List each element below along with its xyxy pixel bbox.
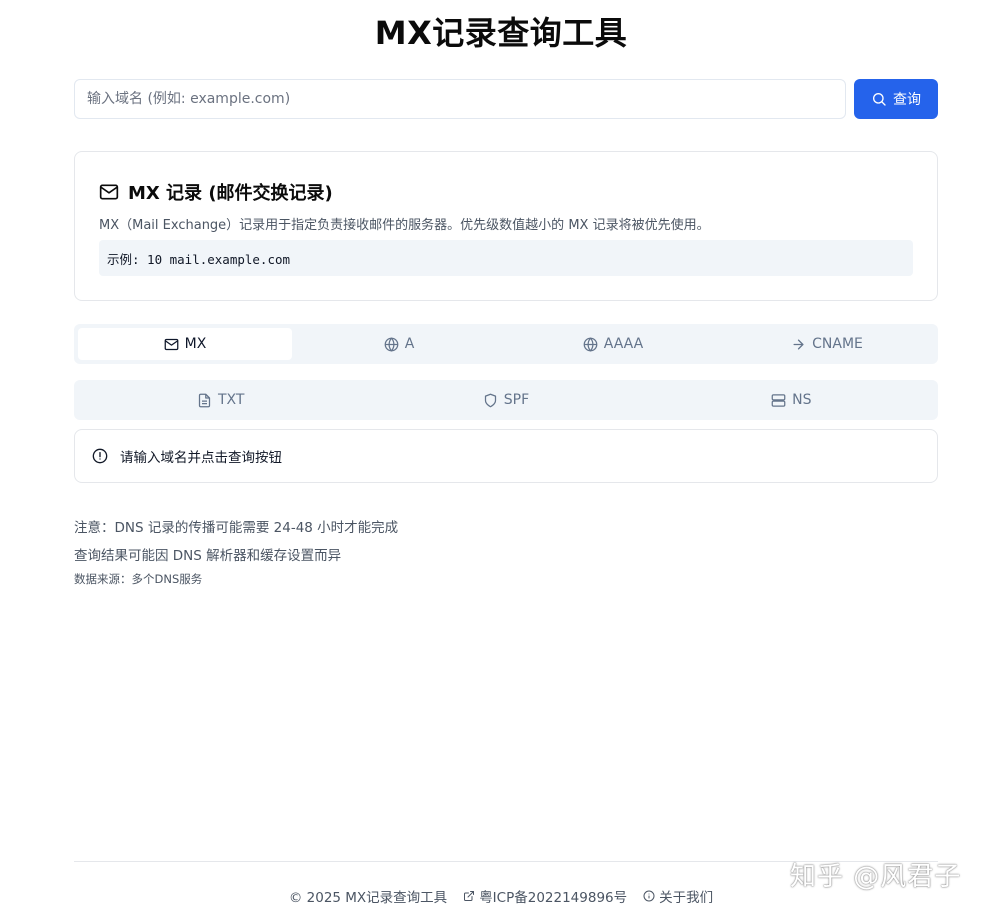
server-icon — [771, 393, 786, 407]
tab-label: MX — [184, 336, 207, 352]
tab-label: A — [404, 336, 415, 352]
footer-copyright: © 2025 MX记录查询工具 — [288, 890, 448, 906]
info-icon — [643, 890, 655, 902]
note-propagation: 注意：DNS 记录的传播可能需要 24-48 小时才能完成 — [74, 520, 399, 536]
note-data-source: 数据来源：多个DNS服务 — [74, 572, 203, 586]
alert-circle-icon — [92, 448, 108, 464]
domain-search-input[interactable] — [74, 79, 846, 119]
tab-aaaa[interactable]: AAAA — [506, 328, 720, 360]
status-alert: 请输入域名并点击查询按钮 — [74, 429, 938, 483]
search-button-label: 查询 — [893, 92, 921, 108]
footer-about-label: 关于我们 — [659, 890, 714, 906]
globe-icon — [384, 336, 399, 352]
tab-label: NS — [792, 392, 812, 408]
record-info-example: 示例: 10 mail.example.com — [99, 240, 913, 276]
shield-icon — [484, 393, 496, 407]
globe-icon — [583, 336, 598, 352]
search-button[interactable]: 查询 — [854, 79, 938, 119]
search-icon — [873, 93, 886, 106]
tab-mx[interactable]: MX — [78, 328, 292, 360]
tab-label: SPF — [503, 392, 530, 408]
tab-label: AAAA — [603, 336, 644, 352]
tab-label: CNAME — [812, 336, 863, 352]
zhihu-watermark: 知乎 @风君子 — [790, 862, 962, 892]
footer-icp-label: 粤ICP备2022149896号 — [479, 890, 628, 906]
record-info-header: MX 记录 (邮件交换记录) — [99, 179, 333, 205]
tab-label: TXT — [217, 392, 245, 408]
note-resolver: 查询结果可能因 DNS 解析器和缓存设置而异 — [74, 548, 342, 564]
record-info-description: MX（Mail Exchange）记录用于指定负责接收邮件的服务器。优先级数值越… — [99, 218, 710, 233]
footer-icp-link[interactable]: 粤ICP备2022149896号 — [463, 886, 627, 906]
mail-icon — [164, 338, 179, 350]
file-text-icon — [198, 393, 211, 407]
page-title: MX记录查询工具 — [374, 14, 628, 52]
tab-ns[interactable]: NS — [649, 384, 934, 416]
record-info-card: MX 记录 (邮件交换记录) MX（Mail Exchange）记录用于指定负责… — [74, 151, 938, 301]
mail-icon — [99, 184, 119, 200]
tab-a[interactable]: A — [292, 328, 506, 360]
tab-txt[interactable]: TXT — [78, 384, 363, 416]
record-type-tabs-row-2: TXT SPF NS — [74, 380, 938, 420]
record-type-tabs-row-1: MX A AAAA CNAME — [74, 324, 938, 364]
status-alert-text: 请输入域名并点击查询按钮 — [120, 450, 282, 466]
tab-spf[interactable]: SPF — [363, 384, 648, 416]
footer-about-link[interactable]: 关于我们 — [643, 886, 713, 906]
arrow-right-icon — [793, 339, 804, 349]
tab-cname[interactable]: CNAME — [720, 328, 934, 360]
record-info-title: MX 记录 (邮件交换记录) — [128, 183, 333, 204]
external-link-icon — [464, 891, 475, 901]
